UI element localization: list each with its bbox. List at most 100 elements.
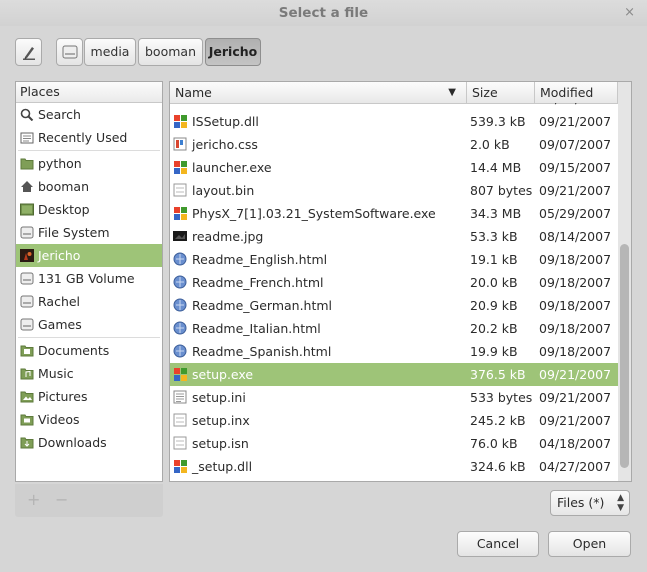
place-file-system[interactable]: File System <box>16 221 162 244</box>
file-row[interactable]: Readme_Italian.html 20.2 kB 09/18/2007 <box>170 317 618 340</box>
place-recently-used[interactable]: Recently Used <box>16 126 162 149</box>
file-row[interactable]: ISSetup.dll 539.3 kB 09/21/2007 <box>170 110 618 133</box>
file-row[interactable]: launcher.exe 14.4 MB 09/15/2007 <box>170 156 618 179</box>
place-documents[interactable]: Documents <box>16 339 162 362</box>
drive-icon <box>20 295 34 308</box>
place-label: Search <box>38 107 81 122</box>
place-label: Desktop <box>38 202 90 217</box>
file-name: readme.jpg <box>192 229 264 244</box>
file-row[interactable]: PhysX_7[1].03.21_SystemSoftware.exe 34.3 … <box>170 202 618 225</box>
edit-location-button[interactable] <box>15 38 42 66</box>
html-icon <box>173 321 187 335</box>
file-row[interactable]: jericho.css 2.0 kB 09/07/2007 <box>170 133 618 156</box>
column-name[interactable]: Name ▼ <box>170 82 467 103</box>
file-size: 76.0 kB <box>470 436 518 451</box>
path-segment-jericho[interactable]: Jericho <box>205 38 261 66</box>
close-icon[interactable]: × <box>624 5 635 20</box>
music-folder-icon <box>20 368 34 380</box>
file-name: _setup.dll <box>192 459 253 474</box>
place-games[interactable]: Games <box>16 313 162 336</box>
media-icon <box>20 249 34 262</box>
place-booman[interactable]: booman <box>16 175 162 198</box>
file-row[interactable]: setup.exe 376.5 kB 09/21/2007 <box>170 363 618 386</box>
path-segment-media[interactable]: media <box>84 38 136 66</box>
file-size: 20.2 kB <box>470 321 518 336</box>
folder-icon <box>20 158 34 170</box>
place-131gb-volume[interactable]: 131 GB Volume <box>16 267 162 290</box>
place-desktop[interactable]: Desktop <box>16 198 162 221</box>
place-label: Music <box>38 366 74 381</box>
html-icon <box>173 344 187 358</box>
file-row[interactable]: setup.isn 76.0 kB 04/18/2007 <box>170 432 618 455</box>
remove-place-button[interactable]: − <box>55 490 68 509</box>
image-icon <box>173 231 187 241</box>
file-modified: 09/21/2007 <box>539 413 612 428</box>
file-size: 20.9 kB <box>470 298 518 313</box>
place-label: File System <box>38 225 110 240</box>
videos-folder-icon <box>20 414 34 426</box>
file-modified: 09/18/2007 <box>539 252 612 267</box>
place-search[interactable]: Search <box>16 103 162 126</box>
place-rachel[interactable]: Rachel <box>16 290 162 313</box>
documents-folder-icon <box>20 345 34 357</box>
file-list: Name ▼ Size Modified icon.ico 24.5 kB 08/0… <box>169 81 632 482</box>
file-row[interactable]: Readme_French.html 20.0 kB 09/18/2007 <box>170 271 618 294</box>
file-row[interactable]: icon.ico 24.5 kB 08/06/2007 <box>170 103 618 110</box>
place-label: booman <box>38 179 89 194</box>
file-modified: 08/06/2007 <box>539 103 611 110</box>
column-name-label: Name <box>175 85 212 100</box>
place-jericho[interactable]: Jericho <box>16 244 162 267</box>
file-row[interactable]: setup.inx 245.2 kB 09/21/2007 <box>170 409 618 432</box>
place-label: Pictures <box>38 389 88 404</box>
html-icon <box>173 298 187 312</box>
file-size: 53.3 kB <box>470 229 518 244</box>
place-downloads[interactable]: Downloads <box>16 431 162 454</box>
path-root-button[interactable] <box>56 38 83 66</box>
file-row[interactable]: Readme_Spanish.html 19.9 kB 09/18/2007 <box>170 340 618 363</box>
file-size: 34.3 MB <box>470 206 522 221</box>
column-modified[interactable]: Modified <box>535 82 618 103</box>
places-panel: Places Search Recently Used python booma… <box>15 81 163 482</box>
file-name: Readme_English.html <box>192 252 328 267</box>
vertical-scrollbar[interactable] <box>618 82 631 481</box>
place-videos[interactable]: Videos <box>16 408 162 431</box>
file-row[interactable]: layout.bin 807 bytes 09/21/2007 <box>170 179 618 202</box>
place-python[interactable]: python <box>16 152 162 175</box>
scrollbar-thumb[interactable] <box>620 244 629 468</box>
path-segment-booman[interactable]: booman <box>138 38 203 66</box>
file-rows: icon.ico 24.5 kB 08/06/2007 ISSetup.dll 539.… <box>170 103 618 481</box>
place-label: Documents <box>38 343 110 358</box>
drive-icon <box>20 318 34 331</box>
file-modified: 09/07/2007 <box>539 137 612 152</box>
places-separator <box>18 337 160 338</box>
place-music[interactable]: Music <box>16 362 162 385</box>
file-row[interactable]: Readme_German.html 20.9 kB 09/18/2007 <box>170 294 618 317</box>
place-pictures[interactable]: Pictures <box>16 385 162 408</box>
cancel-button[interactable]: Cancel <box>457 531 539 557</box>
file-name: ISSetup.dll <box>192 114 259 129</box>
file-row[interactable]: Readme_English.html 19.1 kB 09/18/2007 <box>170 248 618 271</box>
open-button[interactable]: Open <box>548 531 631 557</box>
file-name: setup.inx <box>192 413 250 428</box>
binary-icon <box>173 413 187 427</box>
updown-arrows-icon: ▲ ▼ <box>617 493 624 513</box>
file-type-filter[interactable]: Files (*) ▲ ▼ <box>550 490 630 516</box>
sort-desc-icon: ▼ <box>448 87 456 98</box>
file-modified: 09/18/2007 <box>539 298 612 313</box>
file-row[interactable]: setup.ini 533 bytes 09/21/2007 <box>170 386 618 409</box>
column-size[interactable]: Size <box>467 82 535 103</box>
exe-icon <box>174 115 187 128</box>
add-place-button[interactable]: + <box>27 490 40 509</box>
place-label: Recently Used <box>38 130 128 145</box>
file-row[interactable]: readme.jpg 53.3 kB 08/14/2007 <box>170 225 618 248</box>
file-name: Readme_Spanish.html <box>192 344 332 359</box>
place-label: Games <box>38 317 82 332</box>
place-label: Jericho <box>38 248 81 263</box>
file-name: setup.exe <box>192 367 254 382</box>
file-size: 807 bytes <box>470 183 533 198</box>
file-size: 14.4 MB <box>470 160 522 175</box>
file-row[interactable]: _setup.dll 324.6 kB 04/27/2007 <box>170 455 618 478</box>
exe-icon <box>174 368 187 381</box>
file-size: 533 bytes <box>470 390 533 405</box>
file-name: Readme_Italian.html <box>192 321 321 336</box>
